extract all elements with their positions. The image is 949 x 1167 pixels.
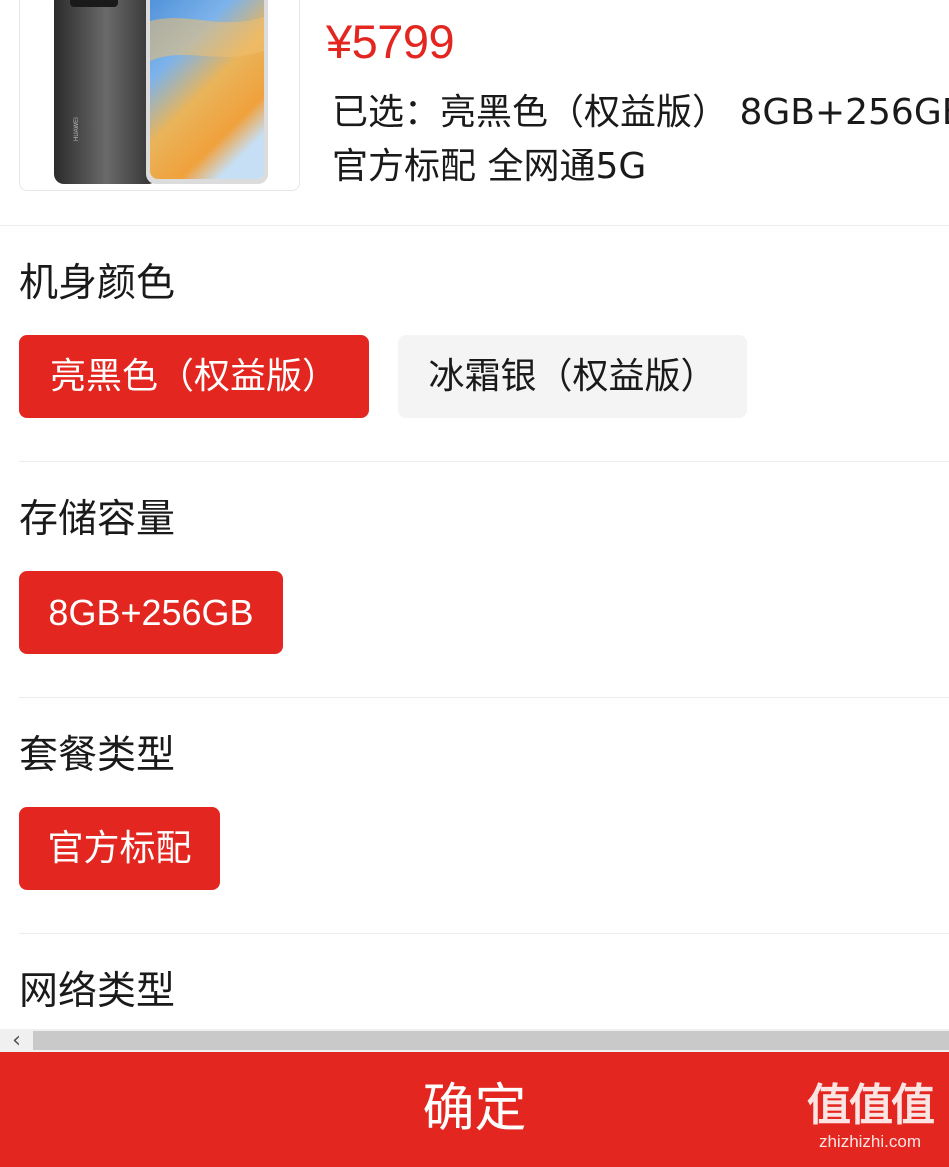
divider xyxy=(19,933,949,934)
product-image: HUAWEI xyxy=(19,0,300,191)
watermark-logo: 值值值 zhizhizhi.com xyxy=(797,1080,943,1152)
package-option-standard[interactable]: 官方标配 xyxy=(19,807,220,890)
scroll-left-arrow-icon[interactable]: ‹ xyxy=(0,1029,33,1052)
divider xyxy=(19,697,949,698)
product-header: HUAWEI ¥5799 已选：亮黑色（权益版） 8GB+256GB 官方标配 … xyxy=(0,0,949,226)
divider xyxy=(19,461,949,462)
package-section-title: 套餐类型 xyxy=(19,733,176,778)
network-section-title: 网络类型 xyxy=(19,969,176,1014)
confirm-button-label: 确定 xyxy=(422,1079,527,1139)
color-section-title: 机身颜色 xyxy=(19,261,176,306)
color-option-black[interactable]: 亮黑色（权益版） xyxy=(19,335,369,418)
product-price: ¥5799 xyxy=(326,15,455,68)
scrollbar-thumb[interactable] xyxy=(33,1031,949,1050)
svg-text:HUAWEI: HUAWEI xyxy=(74,117,80,141)
watermark-domain: zhizhizhi.com xyxy=(818,1132,922,1151)
horizontal-scrollbar[interactable]: ‹ xyxy=(0,1029,949,1052)
phone-image-icon: HUAWEI xyxy=(54,0,268,184)
storage-section-title: 存储容量 xyxy=(19,497,176,542)
selected-spec-text: 已选：亮黑色（权益版） 8GB+256GB 官方标配 全网通5G xyxy=(332,92,949,187)
watermark-logo-text: 值值值 xyxy=(807,1080,935,1131)
storage-option-8-256[interactable]: 8GB+256GB xyxy=(19,571,283,654)
color-option-silver[interactable]: 冰霜银（权益版） xyxy=(398,335,747,418)
